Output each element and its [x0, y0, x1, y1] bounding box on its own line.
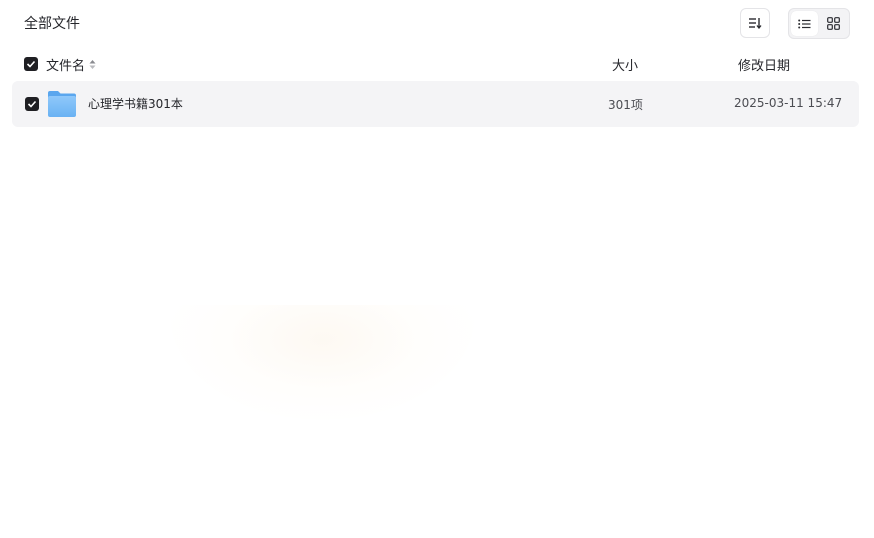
column-header-date[interactable]: 修改日期	[738, 55, 790, 74]
list-view-button[interactable]	[791, 11, 818, 36]
column-header-name[interactable]: 文件名	[46, 55, 96, 74]
file-size: 301项	[608, 98, 643, 112]
file-name[interactable]: 心理学书籍301本	[88, 95, 183, 112]
checkmark-icon	[26, 60, 36, 68]
column-header-size[interactable]: 大小	[612, 55, 638, 74]
breadcrumb[interactable]: 全部文件	[24, 14, 80, 34]
grid-view-icon	[827, 17, 840, 30]
view-toggle	[788, 8, 850, 39]
table-header: 文件名 大小 修改日期	[24, 54, 854, 74]
table-row[interactable]: 心理学书籍301本 301项 2025-03-11 15:47	[12, 81, 859, 127]
select-all-checkbox[interactable]	[24, 57, 38, 71]
sort-icon	[749, 18, 762, 29]
file-browser: 全部文件 文件名 大小 修改日期 心理学书籍301本 301项 2025-03-…	[0, 0, 874, 538]
file-modified-date: 2025-03-11 15:47	[734, 96, 843, 110]
list-view-icon	[798, 19, 811, 28]
sort-toggle-icon[interactable]	[89, 59, 96, 70]
empty-area-shadow	[170, 305, 475, 420]
sort-button[interactable]	[740, 8, 770, 38]
grid-view-button[interactable]	[820, 11, 847, 36]
row-checkbox[interactable]	[25, 97, 39, 111]
column-header-name-label: 文件名	[46, 59, 86, 74]
checkmark-icon	[27, 100, 37, 108]
folder-icon	[48, 91, 76, 117]
